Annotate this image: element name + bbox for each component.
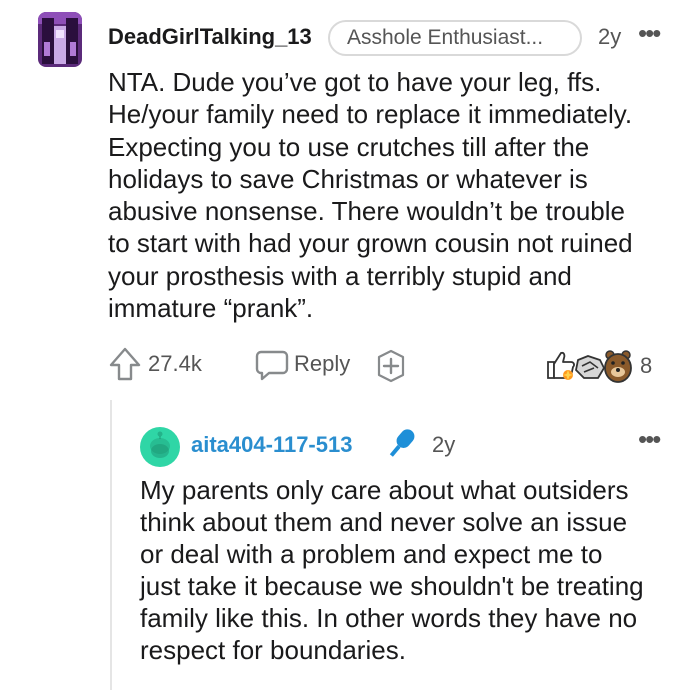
user-avatar[interactable] xyxy=(38,12,82,67)
plus-award-icon[interactable] xyxy=(374,349,408,383)
awards-strip[interactable] xyxy=(544,348,636,384)
reply-line: respect for boundaries. xyxy=(140,635,406,666)
comment-line: abusive nonsense. There wouldn’t be trou… xyxy=(108,196,625,227)
comment-body: NTA. Dude you’ve got to have your leg, f… xyxy=(108,66,688,324)
upvote-arrow-icon[interactable] xyxy=(108,346,142,382)
comment-line: immature “prank”. xyxy=(108,293,314,324)
vote-score: 27.4k xyxy=(148,351,202,376)
more-options-icon[interactable]: ••• xyxy=(638,424,661,455)
reply-line: My parents only care about what outsider… xyxy=(140,475,629,505)
reply-button[interactable]: Reply xyxy=(294,351,350,377)
user-flair: Asshole Enthusiast... xyxy=(328,20,582,56)
speech-bubble-icon[interactable] xyxy=(255,348,289,382)
reply-line: or deal with a problem and expect me to xyxy=(140,539,603,570)
reply-body: My parents only care about what outsider… xyxy=(140,474,685,667)
comment-line: Expecting you to use crutches till after… xyxy=(108,131,590,162)
reply-line: think about them and never solve an issu… xyxy=(140,507,628,538)
more-options-icon[interactable]: ••• xyxy=(638,18,661,49)
reply-user-avatar[interactable] xyxy=(140,427,180,467)
reply-line: family like this. In other words they ha… xyxy=(140,603,638,634)
award-thumbs-icon xyxy=(547,351,575,380)
award-count: 8 xyxy=(640,353,653,378)
comment-author[interactable]: DeadGirlTalking_13 xyxy=(108,24,312,50)
reply-author[interactable]: aita404-117-513 xyxy=(191,432,352,458)
comment-line: your prosthesis with a terribly stupid a… xyxy=(108,260,572,291)
reply-line: just take it because we shouldn't be tre… xyxy=(140,571,644,602)
comment-timestamp: 2y xyxy=(598,24,622,49)
comment-line: holidays to save Christmas or whatever i… xyxy=(108,163,588,194)
comment-line: He/your family need to replace it immedi… xyxy=(108,99,633,130)
microphone-icon xyxy=(383,425,419,463)
reply-timestamp: 2y xyxy=(432,432,456,457)
award-silver-icon xyxy=(575,355,605,379)
comment-line: to start with had your grown cousin not … xyxy=(108,228,633,259)
comment-line: NTA. Dude you’ve got to have your leg, f… xyxy=(108,67,602,97)
award-bear-icon xyxy=(604,350,632,383)
thread-line[interactable] xyxy=(110,400,112,690)
